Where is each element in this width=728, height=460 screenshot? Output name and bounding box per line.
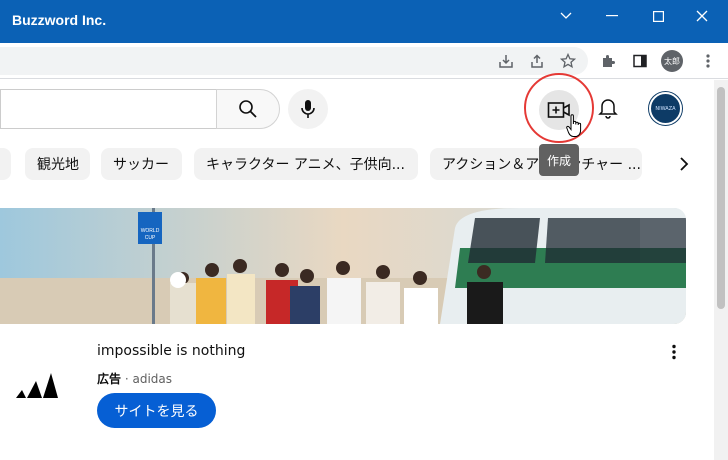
ad-banner-image[interactable]: WORLD CUP — [0, 208, 686, 324]
notifications-button[interactable] — [594, 94, 622, 122]
chips-next-button[interactable] — [670, 150, 698, 178]
account-avatar[interactable]: NIWAZA — [649, 92, 682, 125]
window-title: Buzzword Inc. — [12, 12, 107, 28]
install-app-icon[interactable] — [496, 51, 516, 71]
search-input[interactable] — [0, 89, 217, 129]
chip-sightseeing[interactable]: 観光地 — [25, 148, 90, 180]
adidas-logo[interactable] — [14, 370, 60, 404]
scrollbar-thumb[interactable] — [717, 87, 725, 309]
minimize-button[interactable] — [598, 6, 626, 26]
bell-icon — [598, 99, 618, 119]
hand-cursor-icon — [566, 114, 584, 142]
browser-toolbar: 太郎 — [0, 43, 728, 79]
close-button[interactable] — [688, 6, 716, 26]
chevron-down-icon[interactable] — [552, 6, 580, 26]
page-content: NIWAZA 作成 観光地 サッカー キャラクター アニメ、子供向... アクシ… — [0, 73, 714, 460]
profile-avatar[interactable]: 太郎 — [661, 50, 683, 72]
sign-text-line1: WORLD — [141, 228, 160, 234]
window-titlebar: Buzzword Inc. — [0, 0, 728, 43]
more-menu-icon[interactable] — [698, 51, 718, 71]
side-panel-icon[interactable] — [630, 51, 650, 71]
ad-label: 広告 — [97, 372, 122, 386]
visit-site-button[interactable]: サイトを見る — [97, 393, 216, 428]
chip-partial[interactable] — [0, 148, 11, 180]
ad-advertiser: adidas — [132, 372, 172, 386]
bookmark-star-icon[interactable] — [558, 51, 578, 71]
microphone-icon — [301, 100, 315, 118]
ad-meta: 広告 · adidas — [97, 372, 172, 386]
search-button[interactable] — [216, 89, 280, 129]
chip-anime[interactable]: キャラクター アニメ、子供向... — [194, 148, 418, 180]
ad-title[interactable]: impossible is nothing — [97, 343, 245, 359]
extensions-icon[interactable] — [598, 51, 618, 71]
maximize-button[interactable] — [644, 6, 672, 26]
sign-text-line2: CUP — [145, 235, 156, 241]
create-tooltip: 作成 — [539, 144, 579, 176]
share-icon[interactable] — [527, 51, 547, 71]
ad-more-icon[interactable] — [666, 342, 682, 362]
voice-search-button[interactable] — [288, 89, 328, 129]
search-icon — [239, 100, 257, 118]
chevron-right-icon — [680, 157, 689, 171]
chip-action-adventure[interactable]: アクション＆アドベンチャー ... — [430, 148, 642, 180]
chip-soccer[interactable]: サッカー — [101, 148, 182, 180]
